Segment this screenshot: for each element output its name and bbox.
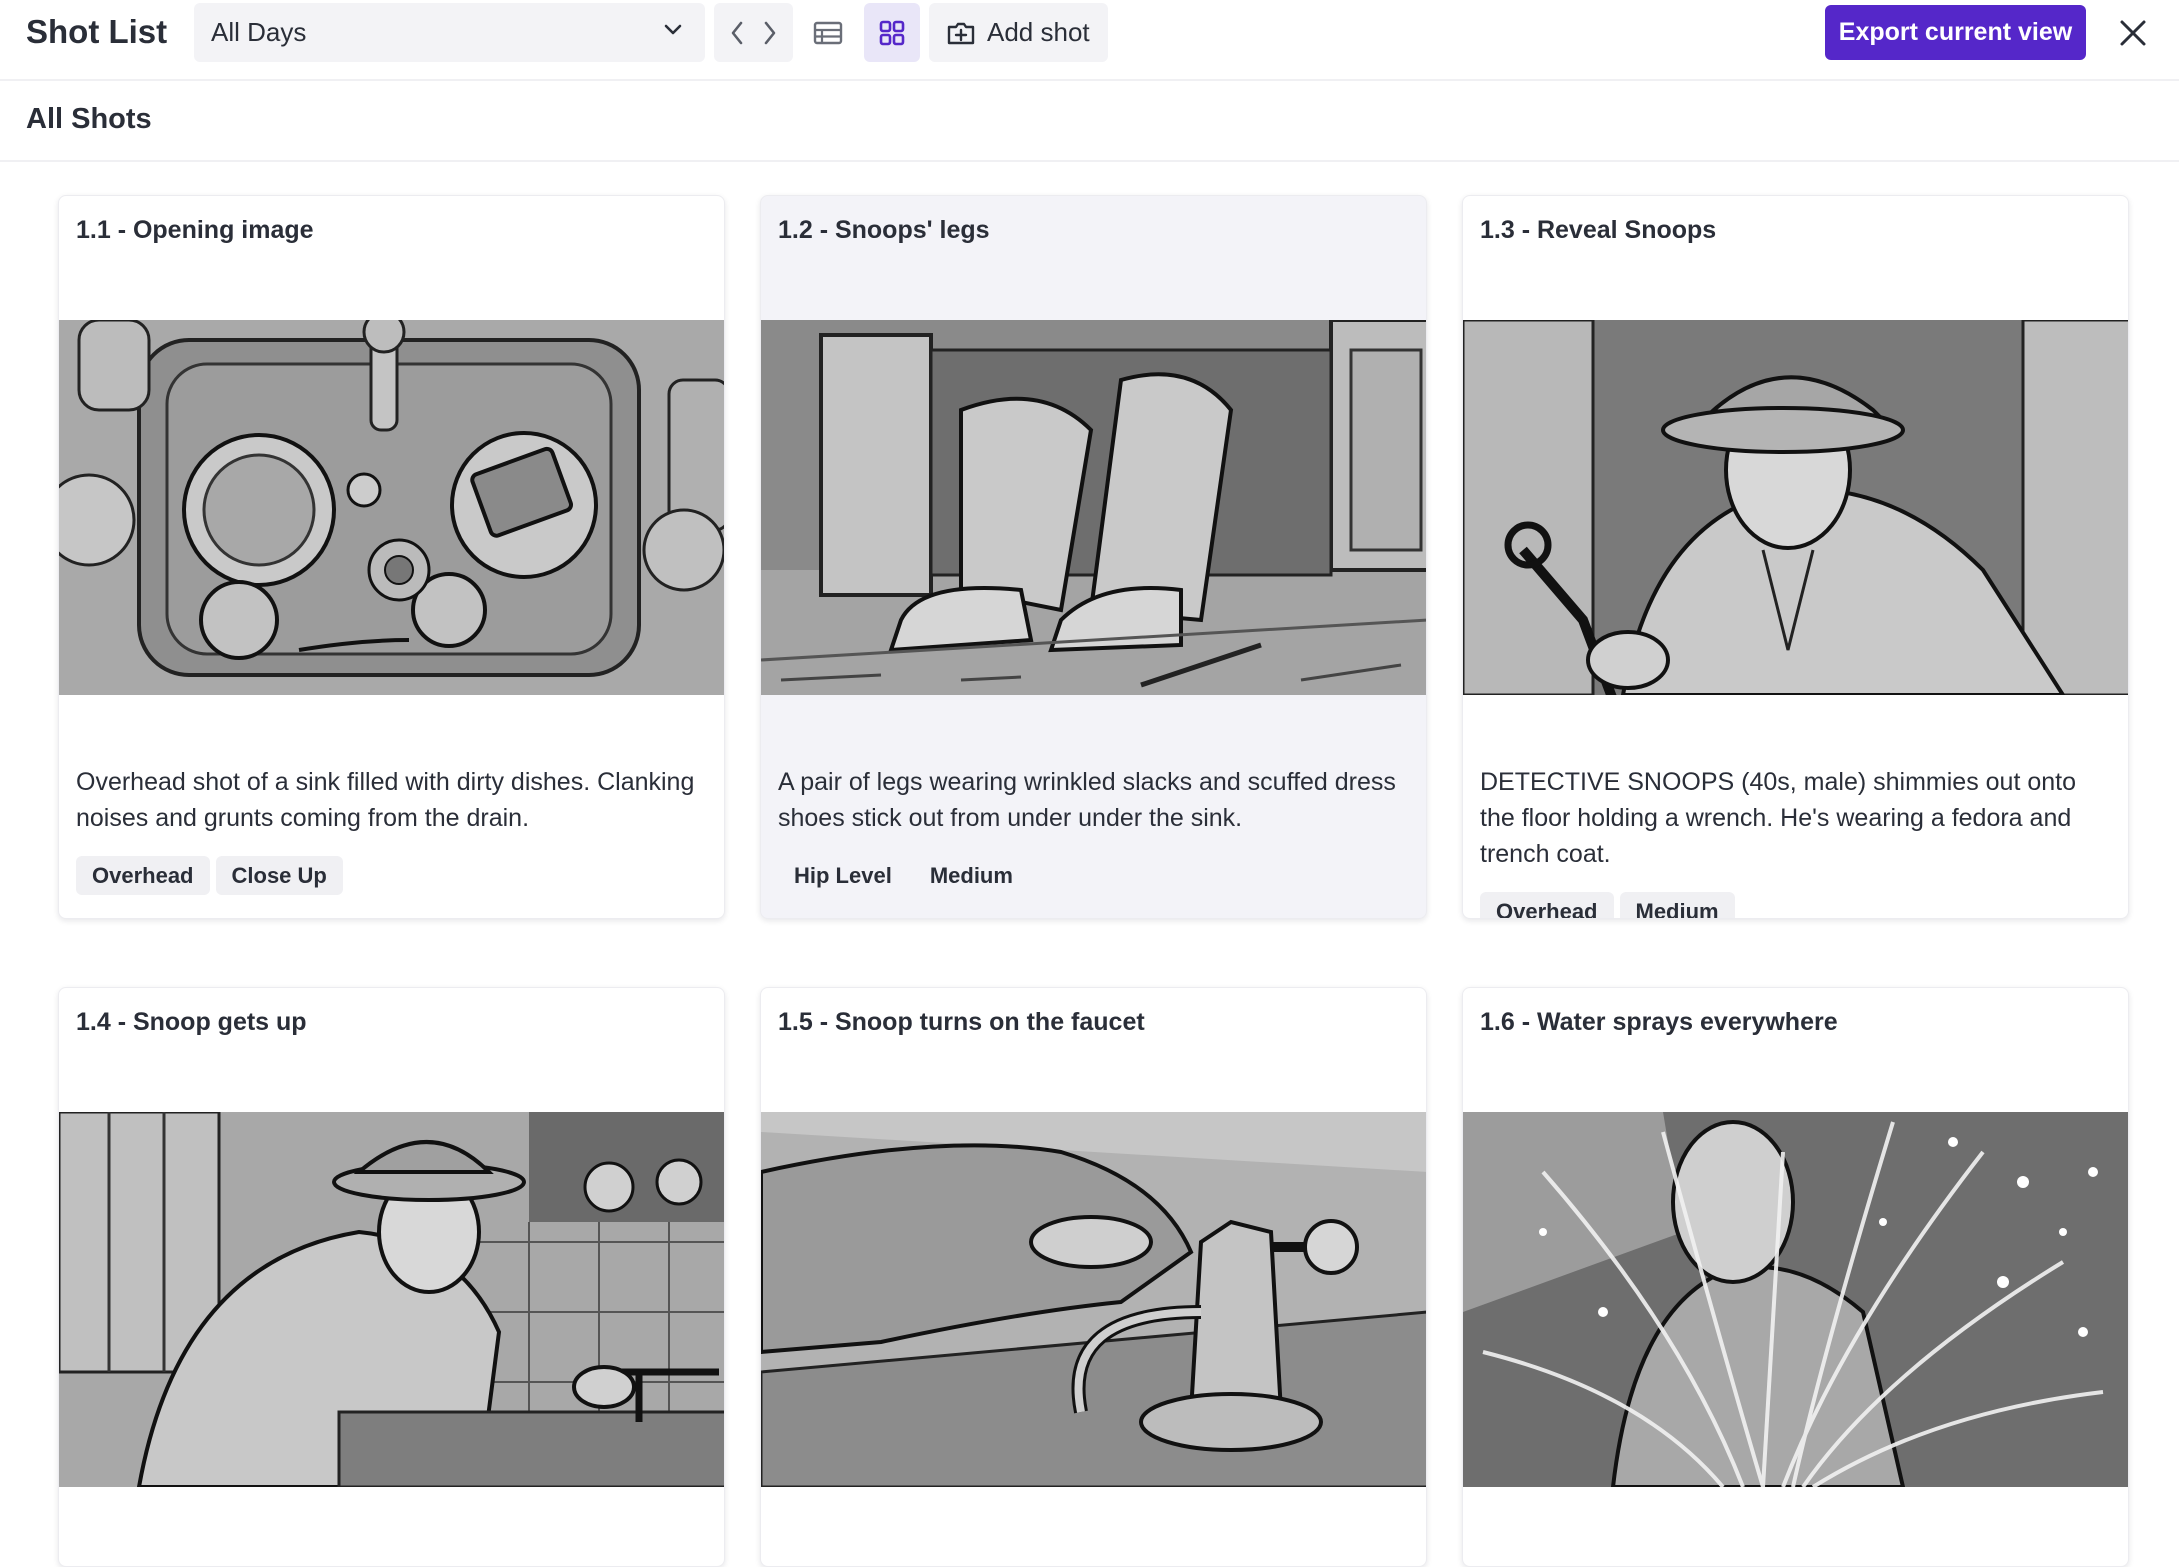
export-current-view-button[interactable]: Export current view (1825, 5, 2086, 60)
shot-tags: Overhead Close Up (76, 856, 343, 895)
shot-title: 1.4 - Snoop gets up (76, 1008, 307, 1036)
day-pager (714, 3, 793, 62)
shot-description: Overhead shot of a sink filled with dirt… (76, 768, 695, 832)
grid-view-button[interactable] (864, 3, 920, 62)
table-list-icon (813, 21, 843, 44)
section-title: All Shots (26, 103, 152, 135)
legs-under-sink-sketch (761, 320, 1426, 695)
shot-tags: Overhead Medium (1480, 892, 1735, 918)
chevron-right-icon (764, 21, 776, 44)
add-image-icon (947, 22, 975, 44)
shot-tag: Overhead (1480, 892, 1614, 918)
shot-description: DETECTIVE SNOOPS (40s, male) shimmies ou… (1480, 768, 2077, 868)
app-title: Shot List (26, 13, 168, 50)
add-shot-button[interactable]: Add shot (929, 3, 1108, 62)
shot-card[interactable]: 1.1 - Opening image Overhead shot of a s… (58, 195, 725, 919)
section-header: All Shots (0, 81, 2179, 162)
close-button[interactable] (2114, 14, 2152, 52)
add-shot-label: Add shot (987, 17, 1090, 47)
grid-icon (879, 20, 905, 45)
shot-tag: Hip Level (794, 862, 892, 888)
shot-title: 1.1 - Opening image (76, 216, 314, 244)
shot-tag: Overhead (76, 856, 210, 895)
chevron-down-icon (663, 23, 683, 42)
shot-card[interactable]: 1.6 - Water sprays everywhere (1462, 987, 2129, 1567)
day-select[interactable]: All Days (194, 3, 705, 62)
list-view-button[interactable] (806, 3, 850, 62)
shot-title: 1.6 - Water sprays everywhere (1480, 1008, 1838, 1036)
chevron-left-icon (731, 21, 743, 44)
water-spray-sketch (1463, 1112, 2128, 1487)
shot-tag: Medium (929, 862, 1013, 888)
shot-card[interactable]: 1.3 - Reveal Snoops DETECTIVE SNOOPS (40… (1462, 195, 2129, 919)
shot-tag: Medium (1619, 892, 1735, 918)
detective-at-sink-sketch (59, 1112, 724, 1487)
shot-card[interactable]: 1.2 - Snoops' legs A pair of legs wearin… (760, 195, 1427, 919)
shot-card[interactable]: 1.4 - Snoop gets up (58, 987, 725, 1567)
top-bar: Shot List All Days Add shot Export curre… (0, 0, 2179, 81)
day-select-value: All Days (211, 17, 307, 47)
shot-title: 1.3 - Reveal Snoops (1480, 216, 1717, 244)
detective-with-wrench-sketch (1463, 320, 2128, 695)
hand-on-faucet-sketch (761, 1112, 1426, 1487)
close-icon (2120, 20, 2146, 46)
shot-grid: 1.1 - Opening image Overhead shot of a s… (0, 162, 2179, 1567)
shot-tag: Close Up (215, 856, 343, 895)
shot-card[interactable]: 1.5 - Snoop turns on the faucet (760, 987, 1427, 1567)
sink-with-dishes-sketch (59, 320, 724, 695)
next-day-button[interactable] (762, 20, 778, 46)
shot-tags: Hip Level Medium (778, 856, 1029, 895)
shot-title: 1.2 - Snoops' legs (778, 216, 990, 244)
shot-title: 1.5 - Snoop turns on the faucet (778, 1008, 1145, 1036)
shot-description: A pair of legs wearing wrinkled slacks a… (778, 768, 1396, 832)
previous-day-button[interactable] (729, 20, 745, 46)
